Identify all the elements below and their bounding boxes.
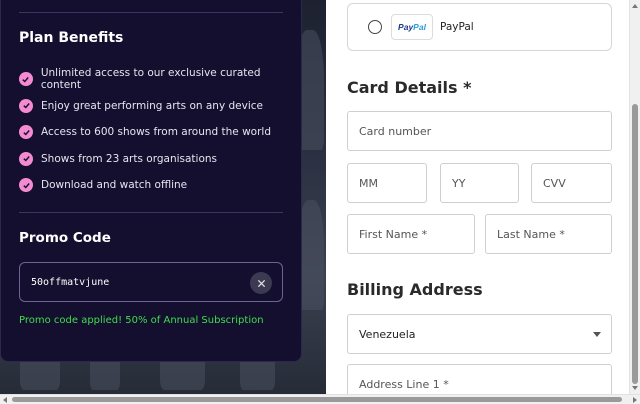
card-number-input[interactable]: Card number (347, 111, 612, 151)
benefit-text: Shows from 23 arts organisations (41, 152, 218, 165)
paypal-logo-part-a: Pay (398, 22, 414, 32)
last-name-input[interactable]: Last Name * (485, 214, 612, 254)
benefit-text: Enjoy great performing arts on any devic… (41, 99, 264, 112)
benefit-text: Download and watch offline (41, 179, 188, 192)
first-name-input[interactable]: First Name * (347, 214, 475, 254)
promo-code-input[interactable]: 50offmatvjune (19, 262, 283, 302)
paypal-logo: Pay Pal (391, 14, 433, 40)
card-details-heading: Card Details * (347, 78, 472, 97)
check-icon (19, 151, 33, 166)
benefit-item: Download and watch offline (19, 172, 301, 199)
payment-form: Pay Pal PayPal Card Details * Card number… (326, 0, 629, 394)
chevron-down-icon (593, 332, 601, 337)
paypal-option[interactable]: Pay Pal PayPal (347, 3, 612, 51)
plan-panel: Plan Benefits Unlimited access to our ex… (0, 0, 302, 362)
scrollbar-thumb[interactable] (12, 397, 622, 402)
benefit-item: Unlimited access to our exclusive curate… (19, 66, 301, 93)
plan-benefits-heading: Plan Benefits (19, 30, 124, 46)
scroll-up-icon[interactable] (632, 4, 638, 8)
horizontal-scrollbar[interactable] (0, 394, 640, 404)
divider (19, 12, 283, 13)
promo-code-heading: Promo Code (19, 230, 111, 246)
country-value: Venezuela (359, 327, 416, 341)
paypal-radio[interactable] (368, 20, 382, 34)
vertical-scrollbar[interactable] (629, 0, 640, 394)
expiry-year-input[interactable]: YY (440, 163, 519, 203)
promo-success-message: Promo code applied! 50% of Annual Subscr… (19, 315, 264, 326)
check-icon (19, 178, 33, 193)
benefit-item: Enjoy great performing arts on any devic… (19, 93, 301, 120)
scroll-right-icon[interactable] (633, 397, 637, 403)
clear-promo-button[interactable] (250, 272, 272, 294)
check-icon (19, 125, 33, 140)
promo-code-value: 50offmatvjune (31, 276, 110, 288)
expiry-month-input[interactable]: MM (347, 163, 427, 203)
scroll-down-icon[interactable] (632, 386, 638, 390)
cvv-input[interactable]: CVV (531, 163, 612, 203)
benefits-list: Unlimited access to our exclusive curate… (19, 66, 301, 199)
close-icon (257, 279, 265, 287)
check-icon (19, 72, 33, 87)
address-line1-input[interactable]: Address Line 1 * (347, 364, 612, 394)
check-icon (19, 98, 33, 113)
scroll-left-icon[interactable] (3, 397, 7, 403)
benefit-item: Shows from 23 arts organisations (19, 146, 301, 173)
country-select[interactable]: Venezuela (347, 314, 612, 354)
scrollbar-thumb[interactable] (632, 104, 638, 384)
benefit-text: Access to 600 shows from around the worl… (41, 126, 271, 139)
benefit-item: Access to 600 shows from around the worl… (19, 119, 301, 146)
paypal-label: PayPal (440, 21, 474, 33)
paypal-logo-part-b: Pal (413, 22, 426, 32)
divider (19, 212, 283, 213)
billing-address-heading: Billing Address (347, 280, 483, 299)
benefit-text: Unlimited access to our exclusive curate… (40, 67, 261, 92)
